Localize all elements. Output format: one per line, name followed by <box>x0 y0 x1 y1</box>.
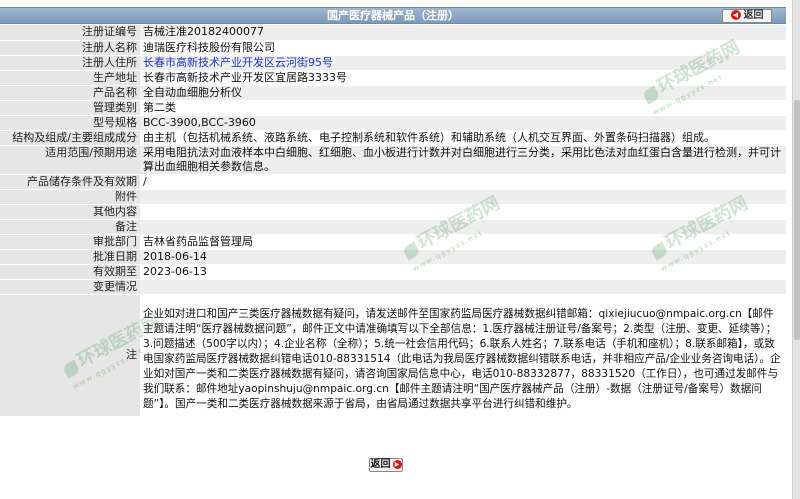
table-row: 其他内容 <box>0 204 786 220</box>
field-label: 结构及组成/主要组成成分 <box>0 130 140 146</box>
field-value: 第二类 <box>140 100 786 116</box>
back-arrow-icon: ▶ <box>392 459 402 469</box>
field-value <box>140 189 786 205</box>
field-value: 吉林省药品监督管理局 <box>140 234 786 250</box>
table-row: 管理类别 第二类 <box>0 100 786 116</box>
table-row: 注册人住所 长春市高新技术产业开发区云河街95号 <box>0 55 786 71</box>
table-row: 适用范围/预期用途 采用电阻抗法对血液样本中白细胞、红细胞、血小板进行计数并对白细… <box>0 145 786 175</box>
field-label: 变更情况 <box>0 279 140 295</box>
field-value: 2018-06-14 <box>140 249 786 265</box>
field-label: 型号规格 <box>0 115 140 131</box>
field-label: 其他内容 <box>0 204 140 220</box>
page-title: 国产医疗器械产品（注册） <box>327 9 459 22</box>
table-row: 注册人名称 迪瑞医疗科技股份有限公司 <box>0 40 786 56</box>
table-row: 生产地址 长春市高新技术产业开发区宜居路3333号 <box>0 70 786 86</box>
field-value: 由主机（包括机械系统、液路系统、电子控制系统和软件系统）和辅助系统（人机交互界面… <box>140 130 786 146</box>
table-row: 产品名称 全自动血细胞分析仪 <box>0 85 786 101</box>
page-frame: 国产医疗器械产品（注册） ◀ 返回 注册证编号 吉械注准20182400077 注册人… <box>0 0 792 499</box>
field-value: 长春市高新技术产业开发区云河街95号 <box>140 55 786 71</box>
registration-info-table: 注册证编号 吉械注准20182400077 注册人名称 迪瑞医疗科技股份有限公司 注册人… <box>0 25 786 417</box>
field-label: 产品名称 <box>0 85 140 101</box>
field-value: 长春市高新技术产业开发区宜居路3333号 <box>140 70 786 86</box>
note-text: 企业如对进口和国产三类医疗器械数据有疑问，请发送邮件至国家药监局医疗器械数据纠错… <box>140 294 786 417</box>
table-row: 审批部门 吉林省药品监督管理局 <box>0 234 786 250</box>
field-value: / <box>140 174 786 190</box>
table-row: 附件 <box>0 189 786 205</box>
field-value: 迪瑞医疗科技股份有限公司 <box>140 40 786 56</box>
field-label: 产品储存条件及有效期 <box>0 174 140 190</box>
field-label: 审批部门 <box>0 234 140 250</box>
field-label: 有效期至 <box>0 264 140 280</box>
field-label: 管理类别 <box>0 100 140 116</box>
field-value <box>140 204 786 220</box>
field-value: 全自动血细胞分析仪 <box>140 85 786 101</box>
field-label: 适用范围/预期用途 <box>0 145 140 175</box>
field-value: 吉械注准20182400077 <box>140 25 786 41</box>
table-row: 注册证编号 吉械注准20182400077 <box>0 25 786 41</box>
field-value: 2023-06-13 <box>140 264 786 280</box>
page-header: 国产医疗器械产品（注册） ◀ 返回 <box>0 7 786 24</box>
table-row: 变更情况 <box>0 279 786 295</box>
back-button-bottom[interactable]: 返回 ▶ <box>369 458 403 472</box>
note-label: 注 <box>0 294 140 417</box>
field-value <box>140 279 786 295</box>
field-label: 附件 <box>0 189 140 205</box>
field-label: 批准日期 <box>0 249 140 265</box>
field-label: 生产地址 <box>0 70 140 86</box>
field-label: 备注 <box>0 219 140 235</box>
table-row: 备注 <box>0 219 786 235</box>
field-value: 采用电阻抗法对血液样本中白细胞、红细胞、血小板进行计数并对白细胞进行三分类，采用… <box>140 145 786 175</box>
back-arrow-icon: ◀ <box>730 10 741 20</box>
field-label: 注册证编号 <box>0 25 140 41</box>
field-label: 注册人住所 <box>0 55 140 71</box>
back-button-top[interactable]: ◀ 返回 <box>722 9 772 23</box>
table-row: 型号规格 BCC-3900,BCC-3960 <box>0 115 786 131</box>
note-row: 注企业如对进口和国产三类医疗器械数据有疑问，请发送邮件至国家药监局医疗器械数据纠… <box>0 294 786 417</box>
table-row: 有效期至 2023-06-13 <box>0 264 786 280</box>
field-value <box>140 219 786 235</box>
field-value: BCC-3900,BCC-3960 <box>140 115 786 131</box>
field-label: 注册人名称 <box>0 40 140 56</box>
vertical-scrollbar[interactable] <box>792 0 800 499</box>
table-row: 产品储存条件及有效期 / <box>0 174 786 190</box>
table-row: 结构及组成/主要组成成分 由主机（包括机械系统、液路系统、电子控制系统和软件系统）… <box>0 130 786 146</box>
table-row: 批准日期 2018-06-14 <box>0 249 786 265</box>
scrollbar-thumb[interactable] <box>794 100 800 340</box>
